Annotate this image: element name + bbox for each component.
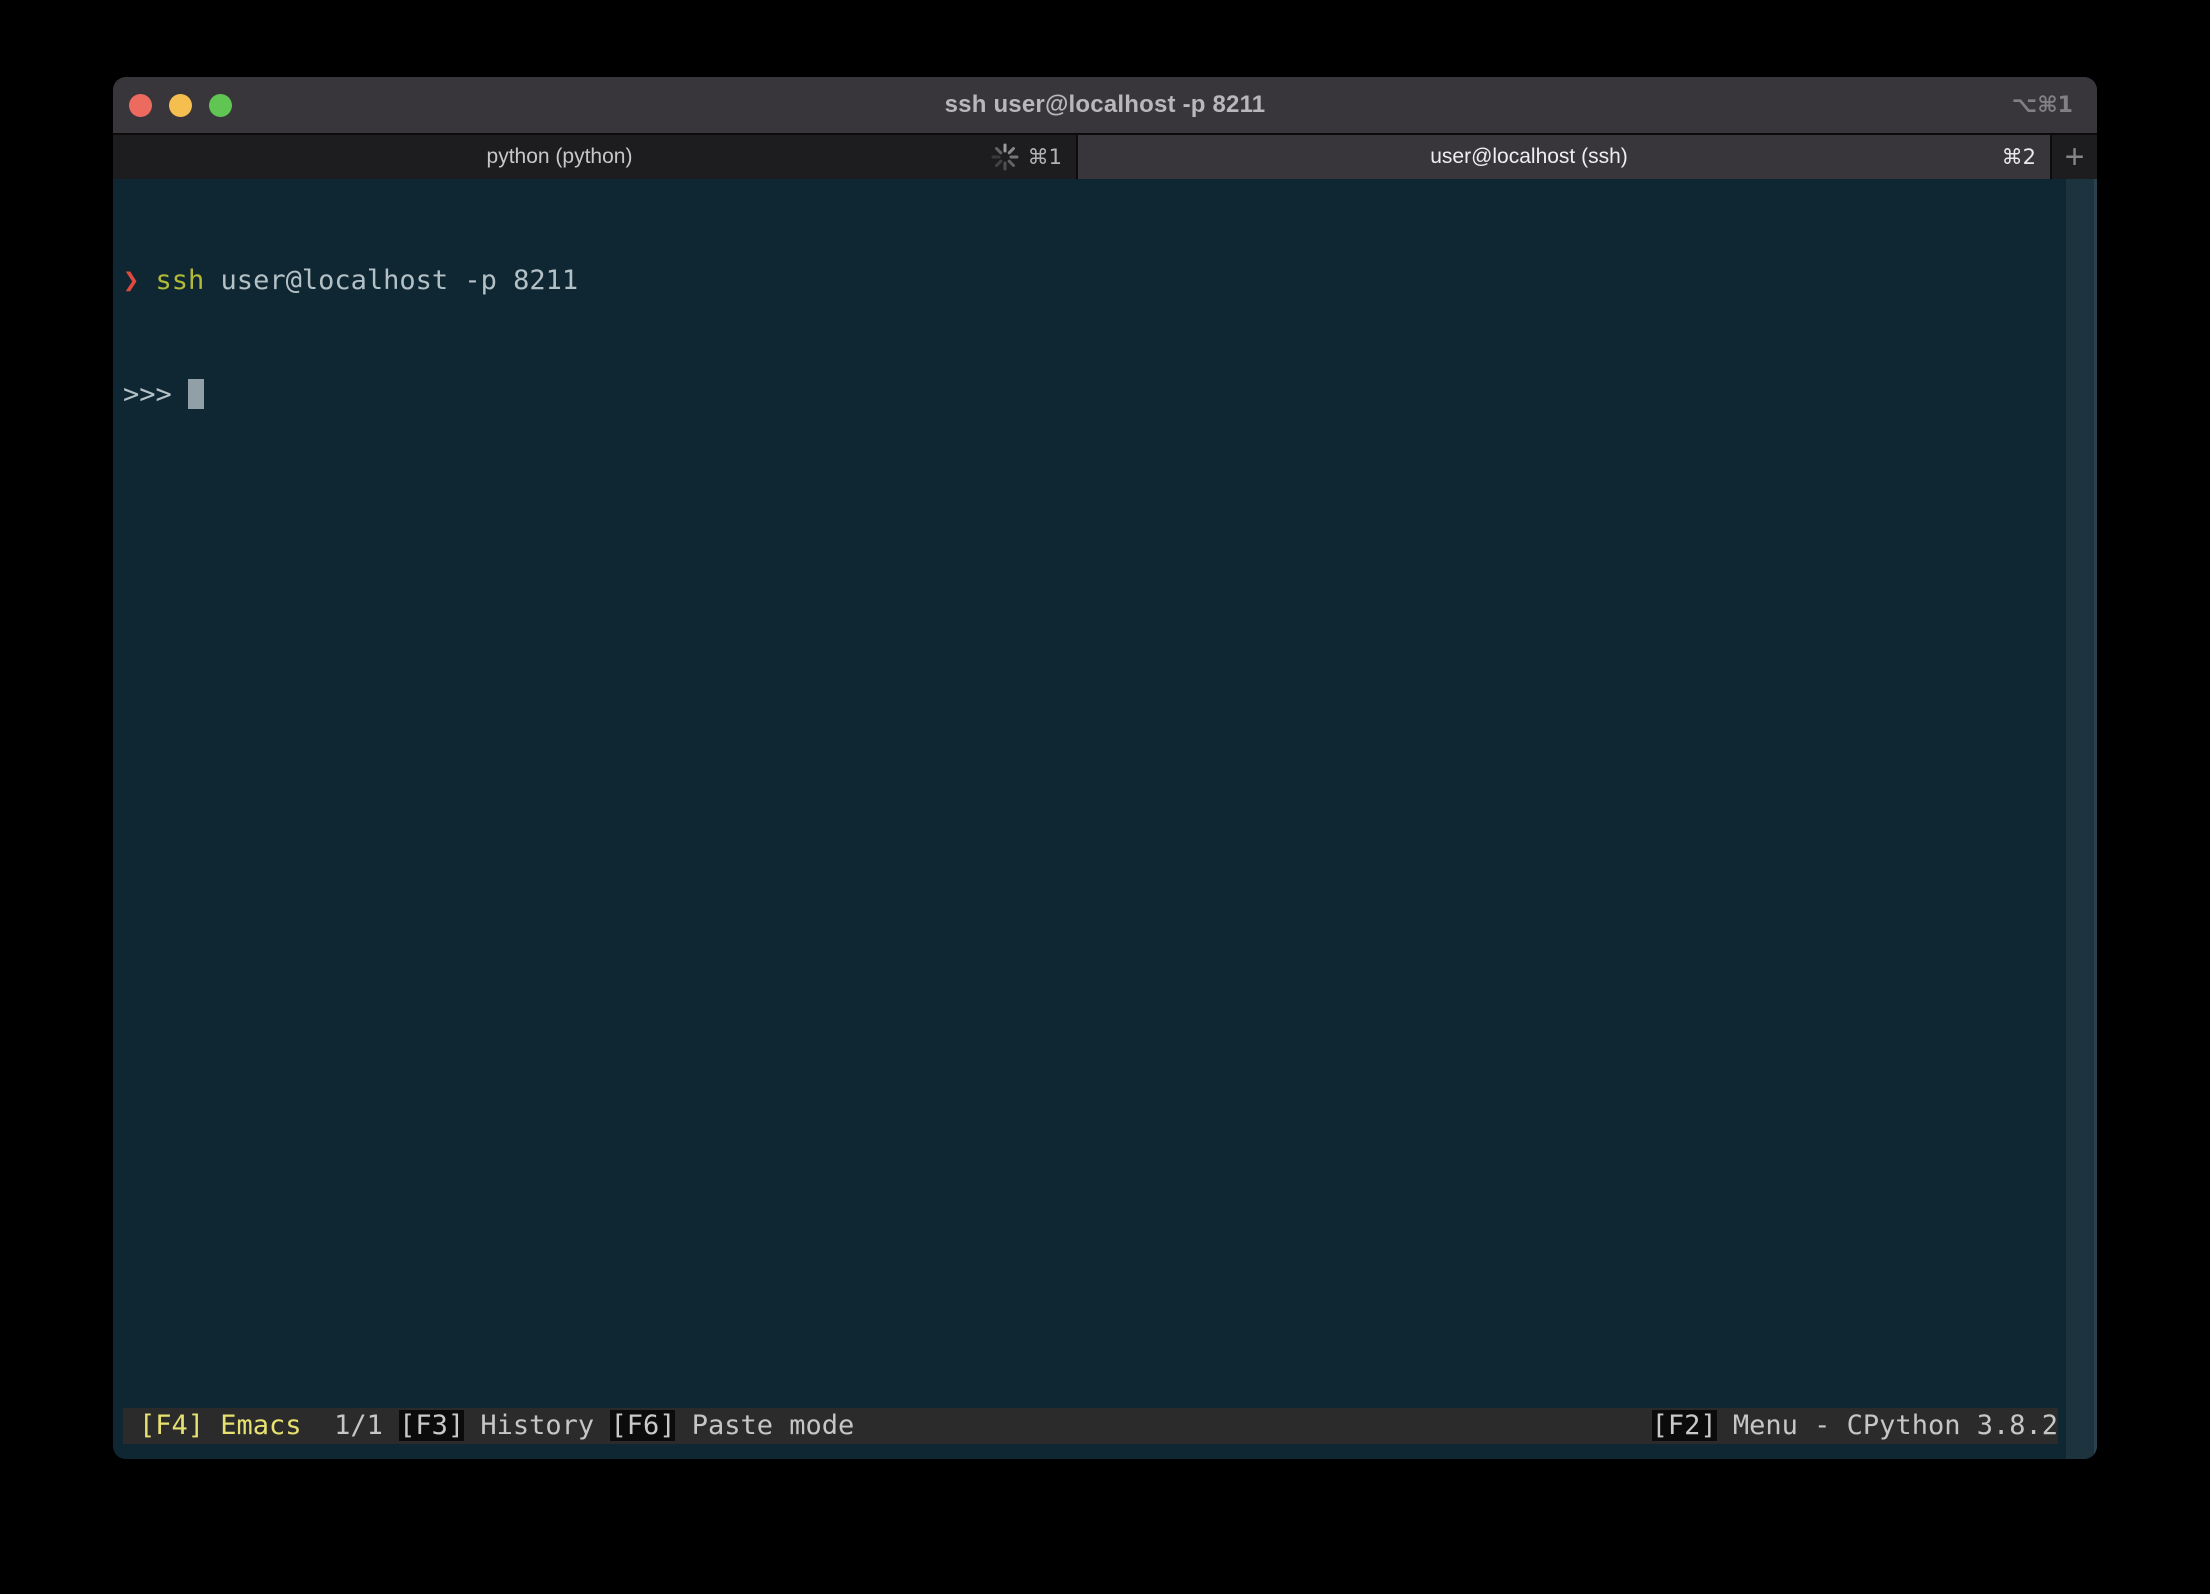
menu-python-version-label: Menu - CPython 3.8.2	[1717, 1410, 2058, 1441]
terminal-window: ssh user@localhost -p 8211 ⌥⌘1 python (p…	[113, 77, 2097, 1459]
terminal-content[interactable]: ❯ ssh user@localhost -p 8211 >>> [F4] Em…	[113, 179, 2097, 1459]
f6-key-hint: [F6]	[610, 1410, 675, 1441]
window-shortcut-hint: ⌥⌘1	[2012, 77, 2073, 133]
tab-python-shortcut: ⌘1	[1028, 145, 1062, 169]
f3-key-hint: [F3]	[399, 1410, 464, 1441]
scrollbar-track[interactable]	[2066, 179, 2097, 1459]
window-title: ssh user@localhost -p 8211	[113, 77, 2097, 133]
command-name: ssh	[139, 265, 204, 296]
history-label: History	[464, 1410, 610, 1441]
shell-command-line: ❯ ssh user@localhost -p 8211	[123, 262, 578, 300]
repl-prompt-line: >>>	[123, 376, 578, 414]
f2-key-hint: [F2]	[1652, 1410, 1717, 1441]
new-tab-button[interactable]: +	[2052, 135, 2097, 179]
tab-ssh-shortcut: ⌘2	[2002, 145, 2036, 169]
tab-bar: python (python)	[113, 133, 2097, 179]
spinner-icon	[991, 143, 1019, 171]
toolbar-left: [F4] Emacs 1/1 [F3] History [F6] Paste m…	[139, 1408, 854, 1444]
plus-icon: +	[2065, 135, 2085, 179]
tab-python-accessory: ⌘1	[991, 135, 1062, 179]
tab-ssh-accessory: ⌘2	[2002, 135, 2036, 179]
terminal-cursor	[188, 379, 204, 409]
prompt-arrow-icon: ❯	[123, 265, 139, 296]
command-arguments: user@localhost -p 8211	[204, 265, 578, 296]
tab-ssh-label: user@localhost (ssh)	[1078, 135, 1980, 179]
toolbar-right: [F2] Menu - CPython 3.8.2	[1652, 1408, 2058, 1444]
window-titlebar[interactable]: ssh user@localhost -p 8211 ⌥⌘1	[113, 77, 2097, 133]
terminal-text: ❯ ssh user@localhost -p 8211 >>>	[123, 186, 578, 490]
paste-mode-label: Paste mode	[675, 1410, 854, 1441]
history-page-indicator: 1/1	[302, 1410, 400, 1441]
tab-python[interactable]: python (python)	[113, 135, 1076, 179]
repl-prompt: >>>	[123, 379, 188, 410]
tab-python-label: python (python)	[113, 135, 1006, 179]
tab-ssh[interactable]: user@localhost (ssh) ⌘2	[1078, 135, 2050, 179]
ptpython-toolbar: [F4] Emacs 1/1 [F3] History [F6] Paste m…	[123, 1408, 2058, 1444]
f4-emacs-hint: [F4] Emacs	[139, 1410, 302, 1441]
